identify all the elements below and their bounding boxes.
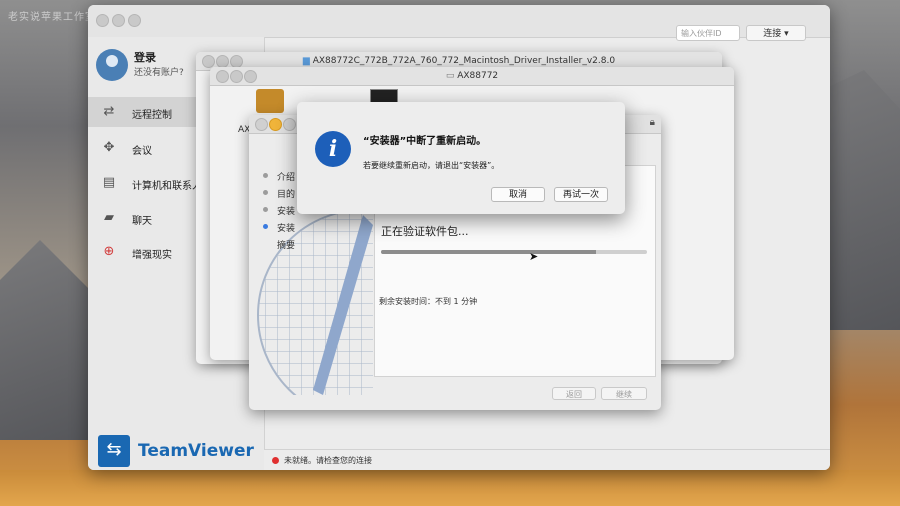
lock-icon: 🔒︎ [649, 117, 655, 128]
alert-dialog: i “安装器”中断了重新启动。 若要继续重新启动，请退出“安装器”。 取消 再试… [297, 102, 625, 214]
chat-icon: ▰ [104, 210, 114, 225]
nav-label: 会议 [132, 146, 152, 157]
step-dot-icon [263, 224, 268, 229]
login-link[interactable]: 登录 [134, 49, 156, 65]
step-dot-icon [263, 173, 268, 178]
close-dot[interactable] [96, 14, 109, 27]
progress-bar [381, 250, 647, 254]
progress-title: 正在验证软件包... [381, 225, 469, 238]
disk-icon: ▭ [445, 71, 458, 81]
step-dot-icon [263, 207, 268, 212]
continue-button[interactable]: 继续 [601, 387, 647, 400]
installer-step-current: 安装 [263, 221, 295, 234]
installer-step: 摘要 [263, 238, 295, 251]
connect-label: 连接 [763, 29, 782, 39]
package-icon [256, 89, 284, 113]
folder-icon: ▆ [302, 56, 313, 66]
teamviewer-logo-icon [98, 435, 130, 467]
minimize-dot[interactable] [112, 14, 125, 27]
installer-step: 介绍 [263, 170, 295, 183]
close-dot[interactable] [216, 70, 229, 83]
partner-id-input[interactable]: 输入伙伴ID [676, 25, 740, 41]
connect-button[interactable]: 连接 ▾ [746, 25, 806, 41]
installer-step: 目的 [263, 187, 295, 200]
augmented-reality-icon: ⊕ [103, 244, 115, 259]
step-dot-icon [263, 190, 268, 195]
back-button[interactable]: 返回 [552, 387, 596, 400]
step-dot-icon [263, 241, 268, 246]
no-account-link[interactable]: 还没有账户? [134, 65, 184, 78]
nav-label: 聊天 [132, 216, 152, 227]
nav-label: 增强现实 [132, 250, 172, 261]
info-icon: i [315, 131, 351, 167]
status-bar: 未就绪。请检查您的连接 [264, 449, 830, 470]
teamviewer-logo: TeamViewer [138, 441, 254, 461]
progress-fill [381, 250, 597, 254]
desktop-mountain-left [0, 240, 100, 440]
installer-step: 安装 [263, 204, 295, 217]
time-remaining: 剩余安装时间：不到 1 分钟 [379, 297, 478, 306]
package-titlebar: ▭ AX88772 [210, 67, 734, 86]
contacts-icon: ▤ [102, 175, 116, 190]
finder-title: AX88772C_772B_772A_760_772_Macintosh_Dri… [312, 56, 616, 66]
mouse-cursor-icon: ➤ [529, 250, 539, 263]
package-title: AX88772 [457, 71, 499, 81]
maximize-dot[interactable] [128, 14, 141, 27]
dialog-message: 若要继续重新启动，请退出“安装器”。 [363, 161, 500, 170]
nav-label: 远程控制 [132, 110, 172, 121]
maximize-dot[interactable] [283, 118, 296, 131]
close-dot[interactable] [255, 118, 268, 131]
status-text: 未就绪。请检查您的连接 [284, 456, 372, 465]
cancel-button[interactable]: 取消 [491, 187, 545, 202]
status-red-dot-icon [272, 457, 279, 464]
dialog-title: “安装器”中断了重新启动。 [363, 136, 487, 147]
retry-button[interactable]: 再试一次 [554, 187, 608, 202]
desktop-foreground [0, 470, 900, 506]
minimize-dot[interactable] [230, 70, 243, 83]
meeting-icon: ✥ [103, 140, 115, 155]
avatar[interactable] [96, 49, 128, 81]
watermark: 老实说苹果工作室 [8, 12, 96, 23]
remote-control-icon: ⇄ [103, 104, 115, 119]
minimize-dot[interactable] [269, 118, 282, 131]
nav-label: 计算机和联系人 [132, 181, 202, 192]
maximize-dot[interactable] [244, 70, 257, 83]
